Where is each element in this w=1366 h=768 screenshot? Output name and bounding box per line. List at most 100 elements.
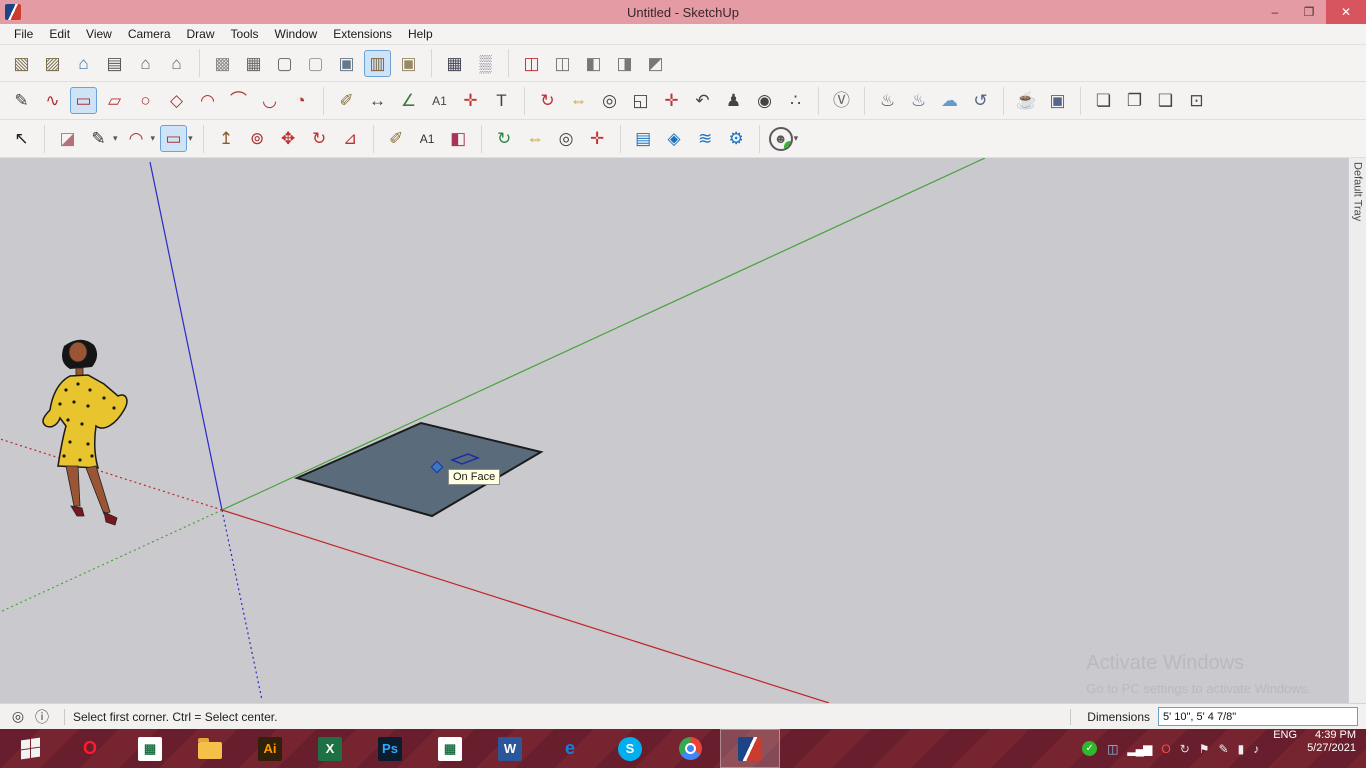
offset-tool-icon[interactable]: ⊚ [244, 125, 271, 152]
rectangle-face[interactable] [297, 423, 541, 516]
display-section-fill-icon[interactable]: ◨ [611, 50, 638, 77]
shadows-toggle-icon[interactable]: ▦ [441, 50, 468, 77]
push-pull-tool-icon[interactable]: ↥ [213, 125, 240, 152]
taskbar-chrome-icon[interactable] [660, 729, 720, 768]
model-viewport[interactable]: On Face Activate Windows Go to PC settin… [0, 158, 1366, 703]
person-figure[interactable] [43, 340, 127, 525]
display-section-planes-icon[interactable]: ◫ [549, 50, 576, 77]
shaded-textures-style-icon[interactable]: ▥ [364, 50, 391, 77]
sign-in-account-dropdown-arrow-icon[interactable]: ▾ [794, 133, 799, 144]
minimize-button[interactable]: – [1258, 0, 1292, 24]
monochrome-style-icon[interactable]: ▣ [395, 50, 422, 77]
tray-volume-icon[interactable]: ♪ [1253, 742, 1258, 756]
line-tool-menu-dropdown-arrow-icon[interactable]: ▾ [113, 133, 118, 144]
arcs-tool-menu-dropdown-arrow-icon[interactable]: ▾ [151, 133, 156, 144]
sign-in-account-icon[interactable]: ☻✓ [769, 127, 793, 151]
fog-toggle-icon[interactable]: ▒ [472, 50, 499, 77]
default-tray-tab[interactable]: Default Tray [1348, 158, 1366, 703]
view-iso-icon[interactable]: ⌂ [163, 50, 190, 77]
rotate-tool-icon[interactable]: ↻ [306, 125, 333, 152]
back-edges-style-icon[interactable]: ▦ [240, 50, 267, 77]
pan-tool-2-icon[interactable]: ⇔ [522, 125, 549, 152]
eraser-tool-icon[interactable]: ◪ [54, 125, 81, 152]
display-section-cuts-icon[interactable]: ◧ [580, 50, 607, 77]
full-screen-icon[interactable]: ❏ [1090, 87, 1117, 114]
language-indicator[interactable]: ENG [1273, 729, 1297, 768]
taskbar-office-app-2-icon[interactable]: ▦ [420, 729, 480, 768]
menu-tools[interactable]: Tools [223, 25, 267, 43]
lock-toolbars-icon[interactable]: ⊡ [1183, 87, 1210, 114]
3d-warehouse-icon[interactable]: ▤ [630, 125, 657, 152]
tape-measure-tool-2-icon[interactable]: ✐ [383, 125, 410, 152]
new-model-icon[interactable]: ▧ [8, 50, 35, 77]
tray-pen-icon[interactable]: ✎ [1219, 742, 1228, 756]
pie-tool-icon[interactable]: ◔ [287, 87, 314, 114]
three-point-arc-tool-icon[interactable]: ◡ [256, 87, 283, 114]
shapes-tool-menu-icon[interactable]: ▭ [160, 125, 187, 152]
section-plane-icon[interactable]: ◫ [518, 50, 545, 77]
rotated-rectangle-tool-icon[interactable]: ▱ [101, 87, 128, 114]
menu-window[interactable]: Window [267, 25, 326, 43]
freehand-tool-icon[interactable]: ∿ [39, 87, 66, 114]
walk-tool-icon[interactable]: ∴ [782, 87, 809, 114]
vray-render-icon[interactable]: ♨ [874, 87, 901, 114]
vray-batch-render-icon[interactable]: ↺ [967, 87, 994, 114]
arc-tool-icon[interactable]: ◠ [194, 87, 221, 114]
vray-asset-editor-icon[interactable]: Ⓥ [828, 87, 855, 114]
section-outline-icon[interactable]: ◩ [642, 50, 669, 77]
open-model-icon[interactable]: ▨ [39, 50, 66, 77]
tray-sync-icon[interactable]: ↻ [1180, 742, 1189, 756]
zoom-extents-tool-2-icon[interactable]: ✛ [584, 125, 611, 152]
menu-help[interactable]: Help [400, 25, 441, 43]
credits-info-icon[interactable]: ⓘ [32, 707, 52, 727]
two-point-arc-tool-icon[interactable]: ⌒ [225, 87, 252, 114]
shapes-tool-menu-dropdown-arrow-icon[interactable]: ▾ [188, 133, 193, 144]
arcs-tool-menu-icon[interactable]: ◠ [123, 125, 150, 152]
taskbar-clock[interactable]: 4:39 PM 5/27/2021 [1307, 729, 1366, 768]
taskbar-opera-icon[interactable]: O [60, 729, 120, 768]
tray-security-check-icon[interactable]: ✓ [1082, 741, 1097, 756]
rectangle-tool-icon[interactable]: ▭ [70, 87, 97, 114]
tray-opera-tray-icon[interactable]: O [1161, 742, 1169, 756]
tray-battery-icon[interactable]: ▮ [1238, 742, 1244, 756]
shaded-style-icon[interactable]: ▣ [333, 50, 360, 77]
menu-extensions[interactable]: Extensions [325, 25, 400, 43]
home-view-icon[interactable]: ⌂ [70, 50, 97, 77]
select-tool-icon[interactable]: ↖ [8, 125, 35, 152]
taskbar-photoshop-icon[interactable]: Ps [360, 729, 420, 768]
extension-warehouse-icon[interactable]: ◈ [661, 125, 688, 152]
xray-style-icon[interactable]: ▩ [209, 50, 236, 77]
menu-file[interactable]: File [6, 25, 41, 43]
line-tool-menu-icon[interactable]: ✎ [85, 125, 112, 152]
paint-bucket-tool-icon[interactable]: ◧ [445, 125, 472, 152]
new-window-icon[interactable]: ❐ [1121, 87, 1148, 114]
look-around-tool-icon[interactable]: ◉ [751, 87, 778, 114]
taskbar-excel-icon[interactable]: X [300, 729, 360, 768]
zoom-tool-2-icon[interactable]: ◎ [553, 125, 580, 152]
print-icon[interactable]: ▤ [101, 50, 128, 77]
taskbar-illustrator-icon[interactable]: Ai [240, 729, 300, 768]
view-front-icon[interactable]: ⌂ [132, 50, 159, 77]
line-tool-icon[interactable]: ✎ [8, 87, 35, 114]
scale-tool-icon[interactable]: ⊿ [337, 125, 364, 152]
model-share-icon[interactable]: ≋ [692, 125, 719, 152]
menu-edit[interactable]: Edit [41, 25, 78, 43]
taskbar-sketchup-icon[interactable] [720, 729, 780, 768]
orbit-tool-2-icon[interactable]: ↻ [491, 125, 518, 152]
close-button[interactable]: ✕ [1326, 0, 1366, 24]
text-tool-2-icon[interactable]: A1 [414, 125, 441, 152]
geolocation-icon[interactable]: ◎ [8, 707, 28, 727]
pan-tool-icon[interactable]: ⇔ [565, 87, 592, 114]
vray-viewport-render-icon[interactable]: ☕ [1013, 87, 1040, 114]
taskbar-word-icon[interactable]: W [480, 729, 540, 768]
taskbar-edge-icon[interactable]: e [540, 729, 600, 768]
text-tool-icon[interactable]: A1 [426, 87, 453, 114]
taskbar-start-icon[interactable] [0, 729, 60, 768]
extension-manager-icon[interactable]: ⚙ [723, 125, 750, 152]
vray-interactive-render-icon[interactable]: ♨ [905, 87, 932, 114]
dimensions-input[interactable] [1158, 707, 1358, 726]
hidden-line-style-icon[interactable]: ▢ [302, 50, 329, 77]
zoom-previous-tool-icon[interactable]: ↶ [689, 87, 716, 114]
tape-measure-tool-icon[interactable]: ✐ [333, 87, 360, 114]
vray-frame-buffer-icon[interactable]: ▣ [1044, 87, 1071, 114]
